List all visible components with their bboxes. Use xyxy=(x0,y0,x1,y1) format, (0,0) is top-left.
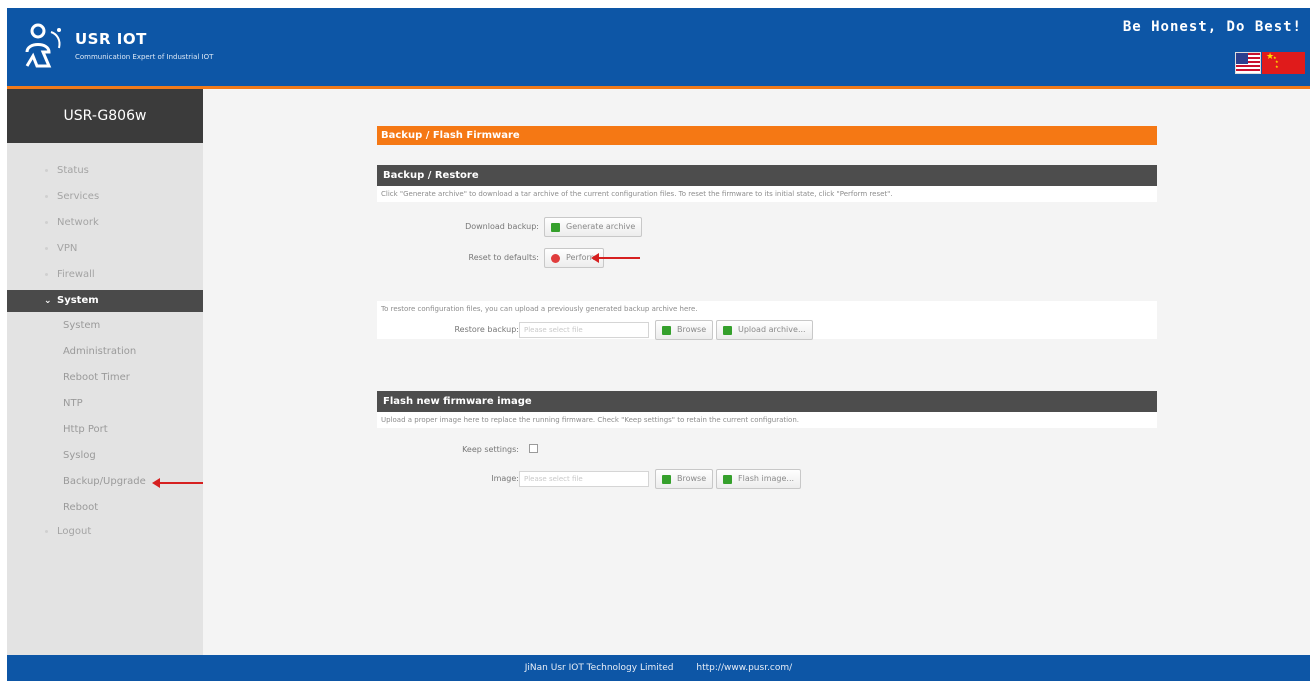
reset-defaults-label: Reset to defaults: xyxy=(468,253,539,262)
sidebar-item-label: Network xyxy=(57,217,99,228)
section-description: Upload a proper image here to replace th… xyxy=(377,412,1157,428)
chevron-down-icon: ⌄ xyxy=(44,296,52,306)
sidebar-subitem-syslog[interactable]: Syslog xyxy=(63,445,96,467)
brand-name: USR IOT xyxy=(75,30,147,48)
main-content: Backup / Flash Firmware Backup / Restore… xyxy=(203,89,1310,655)
section-title: Backup / Restore xyxy=(377,165,1157,186)
bullet-icon xyxy=(45,195,48,198)
sidebar-subitem-system[interactable]: System xyxy=(63,315,100,337)
browse-icon xyxy=(662,326,671,335)
annotation-arrow-perform xyxy=(591,253,640,263)
browse-icon xyxy=(662,475,671,484)
page-title: Backup / Flash Firmware xyxy=(377,126,1157,145)
restore-file-input[interactable]: Please select file xyxy=(519,322,649,338)
reset-icon xyxy=(551,254,560,263)
bullet-icon xyxy=(45,530,48,533)
upload-archive-button[interactable]: Upload archive... xyxy=(716,320,813,340)
footer-company: JiNan Usr IOT Technology Limited xyxy=(524,663,674,673)
slogan: Be Honest, Do Best! xyxy=(1122,19,1302,35)
section-title: Flash new firmware image xyxy=(377,391,1157,412)
brand-tagline: Communication Expert of Industrial IOT xyxy=(75,53,214,61)
image-browse-button[interactable]: Browse xyxy=(655,469,714,489)
sidebar-item-label: System xyxy=(57,295,99,306)
section-description: Click "Generate archive" to download a t… xyxy=(377,186,1157,202)
archive-icon xyxy=(551,223,560,232)
sidebar-item-services[interactable]: Services xyxy=(7,186,203,208)
sidebar-item-firewall[interactable]: Firewall xyxy=(7,264,203,286)
sidebar-item-label: Firewall xyxy=(57,269,95,280)
sidebar-subitem-administration[interactable]: Administration xyxy=(63,341,136,363)
restore-backup-label: Restore backup: xyxy=(454,325,519,334)
sidebar-subitem-ntp[interactable]: NTP xyxy=(63,393,83,415)
sidebar-item-logout[interactable]: Logout xyxy=(7,521,203,543)
image-label: Image: xyxy=(491,474,519,483)
sidebar-item-status[interactable]: Status xyxy=(7,160,203,182)
upload-icon xyxy=(723,326,732,335)
download-backup-label: Download backup: xyxy=(465,222,539,231)
flash-image-button[interactable]: Flash image... xyxy=(716,469,802,489)
cn-flag-icon[interactable]: ★ ★ ★ ★ xyxy=(1262,52,1305,74)
footer-url[interactable]: http://www.pusr.com/ xyxy=(696,663,792,673)
footer-bar: JiNan Usr IOT Technology Limited http://… xyxy=(7,655,1310,681)
sidebar-subitem-backup-upgrade[interactable]: Backup/Upgrade xyxy=(63,471,146,493)
keep-settings-label: Keep settings: xyxy=(462,445,519,454)
button-label: Browse xyxy=(677,474,707,483)
sidebar-item-network[interactable]: Network xyxy=(7,212,203,234)
header-bar: USR IOT Communication Expert of Industri… xyxy=(7,8,1310,86)
bullet-icon xyxy=(45,169,48,172)
sidebar-item-vpn[interactable]: VPN xyxy=(7,238,203,260)
app-frame: USR IOT Communication Expert of Industri… xyxy=(7,8,1310,681)
bullet-icon xyxy=(45,273,48,276)
button-label: Browse xyxy=(677,325,707,334)
sidebar: USR-G806w Status Services Network VPN Fi… xyxy=(7,89,203,655)
us-flag-icon[interactable] xyxy=(1235,52,1261,74)
sidebar-subitem-http-port[interactable]: Http Port xyxy=(63,419,108,441)
button-label: Upload archive... xyxy=(738,325,806,334)
device-name: USR-G806w xyxy=(7,89,203,143)
backup-restore-section: Backup / Restore Click "Generate archive… xyxy=(377,165,1157,202)
sidebar-item-label: Logout xyxy=(57,526,92,537)
sidebar-item-label: VPN xyxy=(57,243,78,254)
sidebar-subitem-reboot-timer[interactable]: Reboot Timer xyxy=(63,367,130,389)
button-label: Flash image... xyxy=(738,474,795,483)
generate-archive-button[interactable]: Generate archive xyxy=(544,217,643,237)
sidebar-item-label: Services xyxy=(57,191,100,202)
restore-description: To restore configuration files, you can … xyxy=(377,301,1157,317)
usr-logo-icon xyxy=(25,23,61,68)
flash-icon xyxy=(723,475,732,484)
button-label: Generate archive xyxy=(566,222,636,231)
bullet-icon xyxy=(45,247,48,250)
keep-settings-checkbox[interactable] xyxy=(529,444,538,453)
flash-firmware-section: Flash new firmware image Upload a proper… xyxy=(377,391,1157,428)
image-file-input[interactable]: Please select file xyxy=(519,471,649,487)
bullet-icon xyxy=(45,221,48,224)
sidebar-item-label: Status xyxy=(57,165,89,176)
sidebar-item-system[interactable]: ⌄ System xyxy=(7,290,203,312)
annotation-arrow-sidebar xyxy=(152,478,203,488)
restore-browse-button[interactable]: Browse xyxy=(655,320,714,340)
sidebar-subitem-reboot[interactable]: Reboot xyxy=(63,497,98,519)
